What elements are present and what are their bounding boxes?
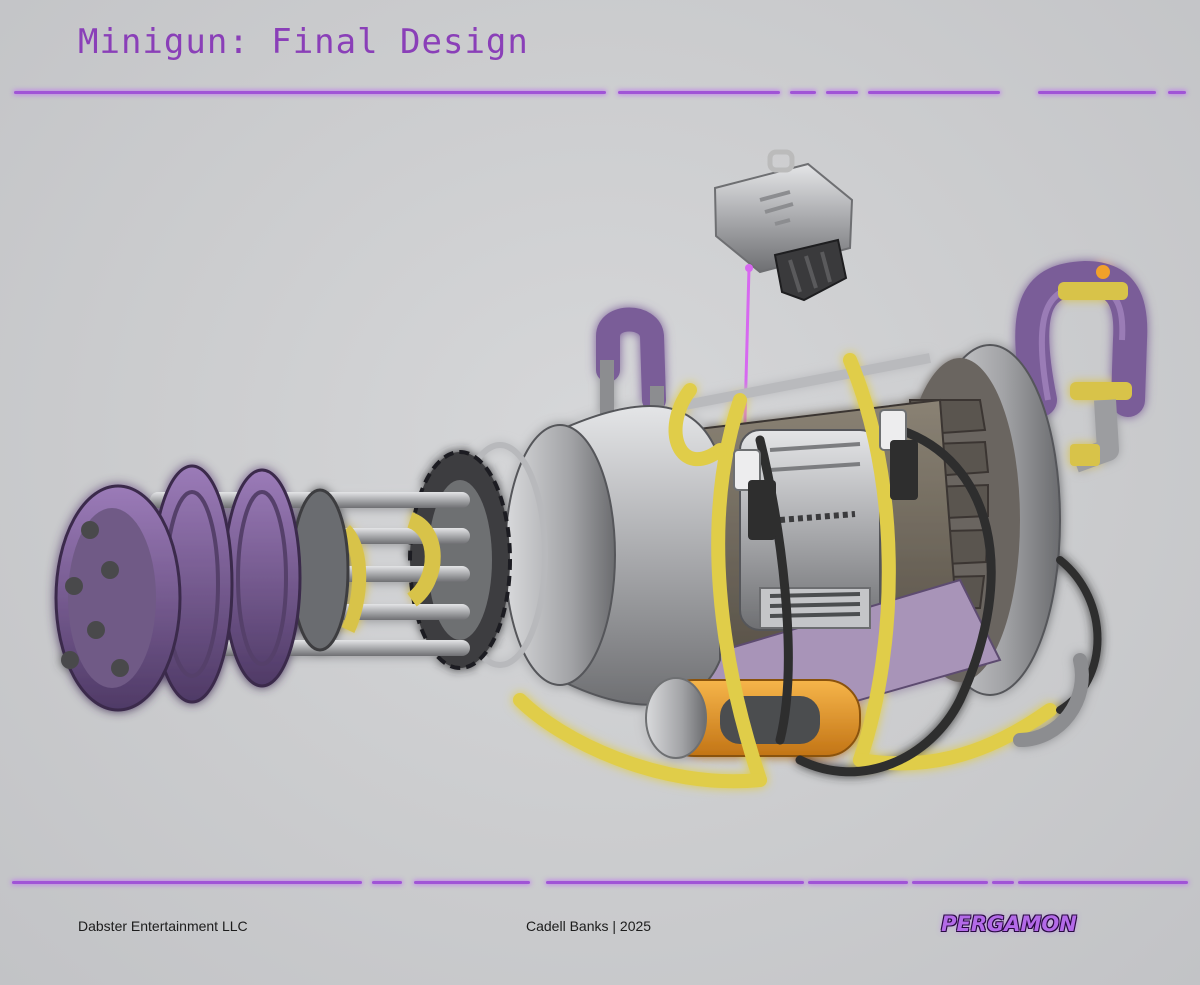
divider-segment: [14, 91, 606, 94]
divider-segment: [1038, 91, 1156, 94]
footer-divider: [0, 878, 1200, 888]
company-name: Dabster Entertainment LLC: [78, 918, 248, 934]
divider-segment: [546, 881, 804, 884]
callout-dot: [745, 264, 753, 272]
divider-segment: [868, 91, 1000, 94]
divider-segment: [372, 881, 402, 884]
ammo-clip: [713, 149, 854, 302]
divider-segment: [808, 881, 908, 884]
divider-segment: [12, 881, 362, 884]
minigun-illustration: [54, 149, 1148, 789]
divider-segment: [618, 91, 780, 94]
divider-segment: [414, 881, 530, 884]
divider-segment: [1168, 91, 1186, 94]
divider-segment: [826, 91, 858, 94]
barrel-rings: [54, 464, 350, 712]
header-divider: [0, 88, 1200, 98]
divider-segment: [912, 881, 988, 884]
divider-segment: [790, 91, 816, 94]
pergamon-logo: PERGAMON: [941, 912, 1077, 936]
divider-segment: [992, 881, 1014, 884]
artist-credit: Cadell Banks | 2025: [526, 918, 652, 934]
page-title: Minigun: Final Design: [78, 22, 529, 62]
divider-segment: [1018, 881, 1188, 884]
